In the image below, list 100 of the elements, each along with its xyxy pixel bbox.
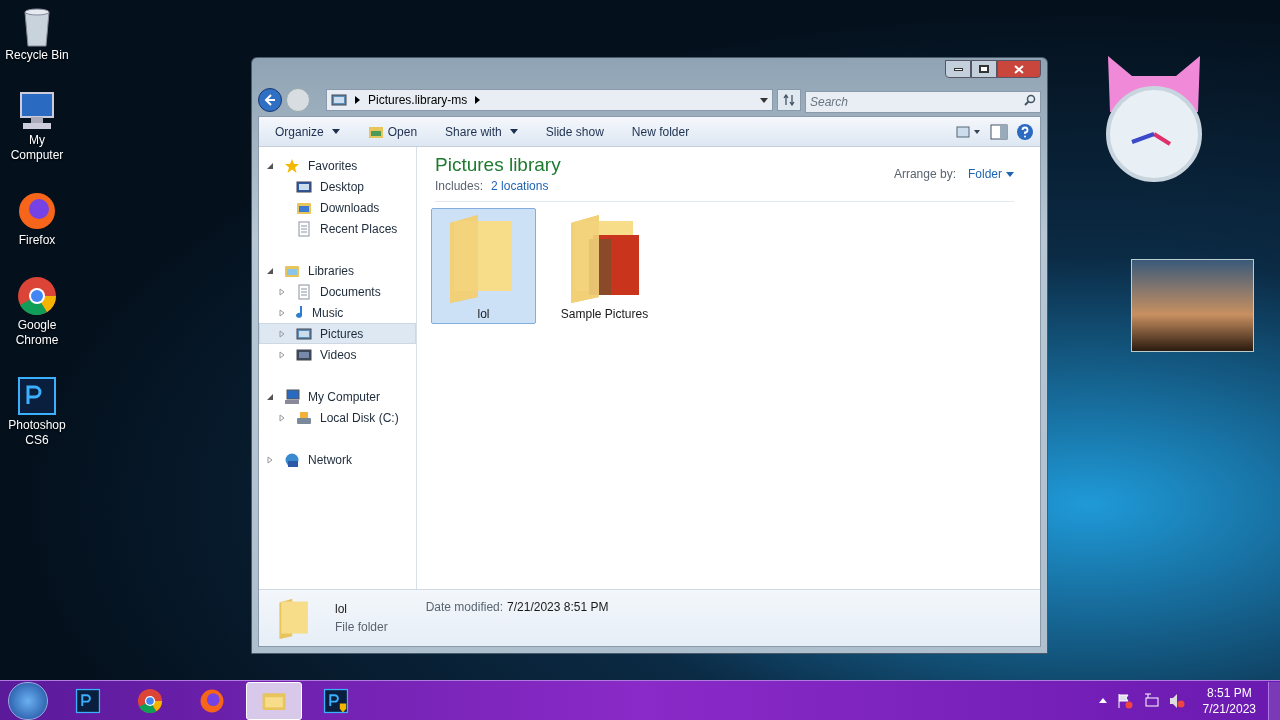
network-icon[interactable] <box>1142 692 1159 709</box>
nav-label: Favorites <box>308 157 358 175</box>
picture-frame-icon <box>296 346 312 363</box>
nav-label: Desktop <box>320 178 365 196</box>
nav-label: Local Disk (C:) <box>320 409 399 427</box>
locations-link[interactable]: 2 locations <box>491 177 549 195</box>
show-desktop-button[interactable] <box>1268 681 1280 720</box>
speaker-icon[interactable] <box>1168 692 1185 709</box>
picture-frame-icon <box>296 178 312 195</box>
caret-icon <box>331 129 340 134</box>
picture-frame-icon <box>296 325 312 342</box>
chevron-icon <box>475 96 481 104</box>
file-name: lol <box>477 306 490 323</box>
ps-logo-icon <box>74 686 102 715</box>
toolbar-button[interactable]: Slide show <box>535 119 614 144</box>
music-note-icon <box>296 306 304 319</box>
desktop-icon-label[interactable]: Firefox <box>1 233 73 248</box>
desktop-icon-label[interactable]: Recycle Bin <box>1 48 73 63</box>
caret-icon <box>1006 171 1014 177</box>
desktop-icon-label[interactable]: My Computer <box>1 133 73 163</box>
toolbar-button[interactable]: Share with <box>435 119 528 144</box>
maximize-button[interactable] <box>971 60 997 78</box>
nav-item[interactable]: Downloads <box>259 197 416 218</box>
nav-item[interactable]: Music <box>259 302 416 323</box>
flag-icon[interactable] <box>1116 692 1133 709</box>
file-name: Sample Pictures <box>560 306 649 323</box>
desktop-icon-label[interactable]: Photoshop CS6 <box>1 418 73 448</box>
toolbar-button[interactable]: New folder <box>621 119 700 144</box>
nav-label: Videos <box>320 346 357 364</box>
ps-logo-icon <box>322 686 350 715</box>
expanded-arrow-icon[interactable] <box>266 392 274 401</box>
expanded-arrow-icon[interactable] <box>266 161 274 170</box>
desktop-icon-label[interactable]: Google Chrome <box>1 318 73 348</box>
expanded-arrow-icon[interactable] <box>266 266 274 275</box>
nav-label: Libraries <box>308 262 355 280</box>
caret-icon <box>1098 698 1107 703</box>
date-label: Date modified: <box>425 599 504 616</box>
nav-label: Downloads <box>320 199 380 217</box>
taskbar-button[interactable] <box>246 681 302 720</box>
address-text: Pictures.library-ms <box>368 92 468 109</box>
back-button[interactable] <box>258 88 282 112</box>
folder-icon <box>367 124 384 139</box>
minimize-button[interactable] <box>945 60 971 78</box>
refresh-button[interactable] <box>777 89 801 111</box>
chevron-icon <box>355 96 360 104</box>
nav-item[interactable]: Desktop <box>259 176 416 197</box>
nav-label: Pictures <box>320 325 364 343</box>
globe-icon <box>284 451 300 468</box>
details-type: File folder <box>335 619 388 636</box>
computer-icon <box>284 388 300 405</box>
collapsed-arrow-icon[interactable] <box>278 350 286 359</box>
clock-time[interactable]: 8:51 PM <box>1206 684 1252 701</box>
picture-frame-icon <box>331 92 347 108</box>
includes-label: Includes: <box>435 178 484 195</box>
nav-label: Music <box>312 304 344 322</box>
nav-item[interactable]: Pictures <box>259 323 416 344</box>
help-icon[interactable] <box>1016 122 1034 141</box>
back-arrow-icon <box>264 94 276 106</box>
file-item[interactable]: Sample Pictures <box>552 208 657 324</box>
nav-item[interactable]: Favorites <box>259 155 416 176</box>
close-icon <box>1014 64 1024 74</box>
details-name: lol <box>335 601 348 618</box>
search-field[interactable]: Search <box>805 91 1041 113</box>
file-item[interactable]: lol <box>431 208 536 324</box>
collapsed-arrow-icon[interactable] <box>278 287 286 296</box>
nav-item[interactable]: Videos <box>259 344 416 365</box>
nav-item[interactable]: My Computer <box>259 386 416 407</box>
ps-logo-icon <box>15 374 59 418</box>
preview-pane-icon[interactable] <box>990 123 1008 140</box>
nav-label: Network <box>308 451 352 469</box>
nav-item[interactable]: Libraries <box>259 260 416 281</box>
date-value: 7/21/2023 8:51 PM <box>507 599 609 616</box>
nav-item[interactable]: Recent Places <box>259 218 416 239</box>
collapsed-arrow-icon[interactable] <box>266 455 274 464</box>
collapsed-arrow-icon[interactable] <box>278 413 286 422</box>
address-bar[interactable]: Pictures.library-ms <box>326 89 773 111</box>
nav-label: My Computer <box>308 388 381 406</box>
toolbar-button[interactable]: Open <box>357 119 428 144</box>
drive-icon <box>296 409 312 426</box>
browser-round-icon <box>136 686 164 715</box>
collapsed-arrow-icon[interactable] <box>278 308 286 317</box>
clock-date[interactable]: 7/21/2023 <box>1202 700 1256 717</box>
close-button[interactable] <box>997 60 1041 78</box>
toolbar-button[interactable]: Organize <box>265 119 350 144</box>
star-icon <box>284 157 300 174</box>
arrange-dropdown[interactable]: Folder <box>968 165 1014 183</box>
nav-item[interactable]: Local Disk (C:) <box>259 407 416 428</box>
library-heading: Pictures library <box>435 153 561 177</box>
start-button[interactable] <box>8 681 48 720</box>
view-options-icon[interactable] <box>956 124 982 139</box>
refresh-arrows-icon <box>783 94 795 106</box>
search-icon <box>1024 94 1036 106</box>
caret-icon <box>760 97 768 103</box>
document-icon <box>296 283 312 300</box>
arrange-label: Arrange by: <box>893 166 956 183</box>
nav-label: Recent Places <box>320 220 398 238</box>
nav-item[interactable]: Documents <box>259 281 416 302</box>
caret-icon <box>509 129 518 134</box>
browser-round-icon <box>15 274 59 318</box>
nav-item[interactable]: Network <box>259 449 416 470</box>
